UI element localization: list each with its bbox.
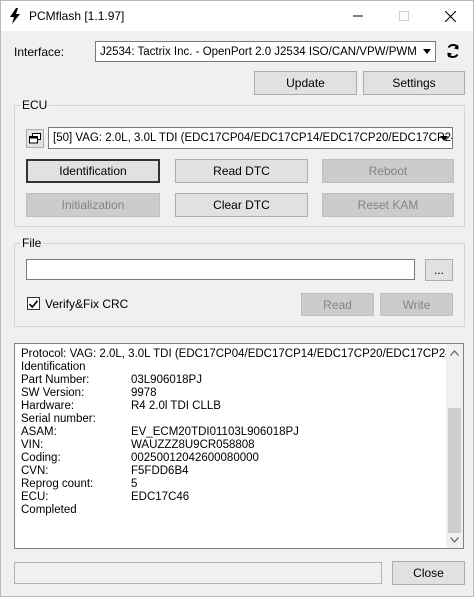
reset-kam-button[interactable]: Reset KAM: [322, 193, 454, 217]
log-protocol: Protocol: VAG: 2.0L, 3.0L TDI (EDC17CP04…: [21, 348, 456, 360]
log-value: 9978: [131, 387, 157, 399]
clear-dtc-button[interactable]: Clear DTC: [175, 193, 308, 217]
initialization-button[interactable]: Initialization: [26, 193, 160, 217]
title-bar: PCMflash [1.1.97]: [1, 1, 473, 31]
interface-select[interactable]: J2534: Tactrix Inc. - OpenPort 2.0 J2534…: [95, 41, 436, 62]
log-value: 0025001204260008000​0: [131, 452, 259, 464]
log-key: ASAM:: [21, 426, 57, 438]
log-key: Reprog count:: [21, 478, 94, 490]
dropdown-arrow: [418, 42, 435, 61]
write-button[interactable]: Write: [380, 293, 453, 316]
ecu-select[interactable]: [50] VAG: 2.0L, 3.0L TDI (EDC17CP04/EDC1…: [48, 127, 453, 149]
log-value: EV_ECM20TDI01103L906018PJ: [131, 426, 299, 438]
refresh-button[interactable]: [445, 43, 463, 61]
log-identification: Identification: [21, 361, 86, 373]
read-dtc-button[interactable]: Read DTC: [175, 159, 308, 183]
log-key: VIN:: [21, 439, 44, 451]
settings-button[interactable]: Settings: [363, 71, 465, 95]
identification-button[interactable]: Identification: [26, 159, 160, 183]
lightning-icon: [10, 8, 20, 24]
interface-label: Interface:: [14, 45, 65, 59]
close-button[interactable]: Close: [392, 561, 465, 585]
log-key: Coding:: [21, 452, 61, 464]
pcmflash-window: PCMflash [1.1.97] Interface: J2534: Tact…: [0, 0, 474, 597]
refresh-icon: [447, 44, 459, 58]
log-key: Hardware:: [21, 400, 75, 412]
status-bar: [14, 562, 382, 584]
windows-icon: [29, 133, 41, 144]
window-title: PCMflash [1.1.97]: [29, 9, 125, 23]
file-group-title: File: [20, 236, 44, 250]
ecu-selected-value: [50] VAG: 2.0L, 3.0L TDI (EDC17CP04/EDC1…: [53, 132, 453, 144]
minimize-button[interactable]: [335, 1, 381, 31]
file-path-input[interactable]: [26, 259, 415, 280]
ecu-list-button[interactable]: [26, 129, 44, 148]
log-scrollbar[interactable]: [446, 344, 463, 548]
scroll-down-button[interactable]: [446, 531, 463, 548]
close-window-button[interactable]: [427, 1, 473, 31]
chevron-up-icon: [450, 349, 459, 356]
reboot-button[interactable]: Reboot: [322, 159, 454, 183]
update-button[interactable]: Update: [254, 71, 357, 95]
log-output[interactable]: Protocol: VAG: 2.0L, 3.0L TDI (EDC17CP04…: [14, 343, 464, 549]
interface-selected-value: J2534: Tactrix Inc. - OpenPort 2.0 J2534…: [100, 45, 417, 58]
log-key: SW Version:: [21, 387, 85, 399]
log-value: EDC17C46: [131, 491, 190, 503]
browse-button[interactable]: ...: [425, 259, 453, 281]
ecu-group-title: ECU: [20, 98, 50, 112]
log-key: Serial number:: [21, 413, 96, 425]
log-key: Part Number:: [21, 374, 90, 386]
log-value: 5: [131, 478, 138, 490]
maximize-icon: [399, 11, 409, 21]
dropdown-arrow: [435, 128, 452, 148]
log-value: F5FDD6B4: [131, 465, 189, 477]
scroll-up-button[interactable]: [446, 344, 463, 361]
chevron-down-icon: [439, 135, 448, 141]
log-completed: Completed: [21, 504, 77, 516]
log-value: R4 2.0l TDI CLLB: [131, 400, 221, 412]
minimize-icon: [353, 15, 363, 17]
log-value: WAUZZZ8U9CR058808: [131, 439, 255, 451]
log-key: CVN:: [21, 465, 49, 477]
chevron-down-icon: [422, 49, 431, 54]
scrollbar-thumb[interactable]: [448, 408, 461, 533]
chevron-down-icon: [450, 536, 459, 543]
log-key: ECU:: [21, 491, 49, 503]
verify-crc-checkbox[interactable]: [27, 297, 40, 310]
checkmark-icon: [29, 299, 38, 308]
log-value: 03L906018PJ: [131, 374, 202, 386]
close-icon: [444, 10, 456, 22]
read-button[interactable]: Read: [301, 293, 374, 316]
verify-crc-label: Verify&Fix CRC: [45, 297, 129, 311]
maximize-button[interactable]: [381, 1, 427, 31]
